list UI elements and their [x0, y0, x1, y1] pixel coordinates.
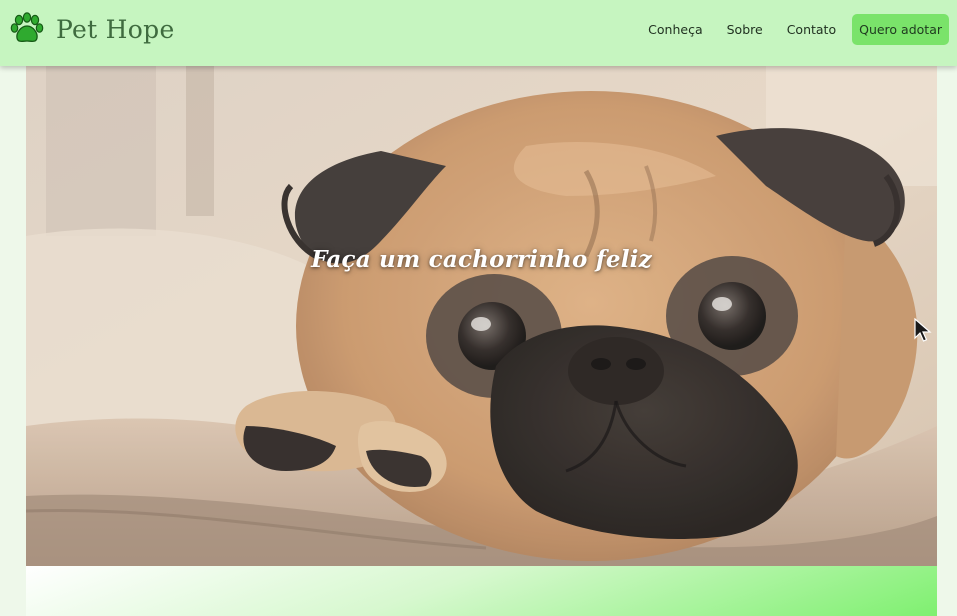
- adopt-button[interactable]: Quero adotar: [852, 14, 949, 45]
- brand-logo[interactable]: Pet Hope: [10, 11, 175, 47]
- hero-banner: Faça um cachorrinho feliz: [26, 66, 937, 566]
- pug-photo: [26, 66, 937, 566]
- brand-name: Pet Hope: [56, 14, 175, 44]
- mouse-pointer-icon: [914, 318, 932, 342]
- nav-link-contato[interactable]: Contato: [787, 22, 836, 37]
- nav-link-sobre[interactable]: Sobre: [727, 22, 763, 37]
- nav-link-conheca[interactable]: Conheça: [648, 22, 702, 37]
- nav-menu: Conheça Sobre Contato Quero adotar: [624, 14, 949, 45]
- hero-title: Faça um cachorrinho feliz: [311, 246, 652, 273]
- paw-icon: [10, 12, 44, 43]
- top-navbar: Pet Hope Conheça Sobre Contato Quero ado…: [0, 0, 957, 66]
- section-gradient-band: [26, 566, 937, 616]
